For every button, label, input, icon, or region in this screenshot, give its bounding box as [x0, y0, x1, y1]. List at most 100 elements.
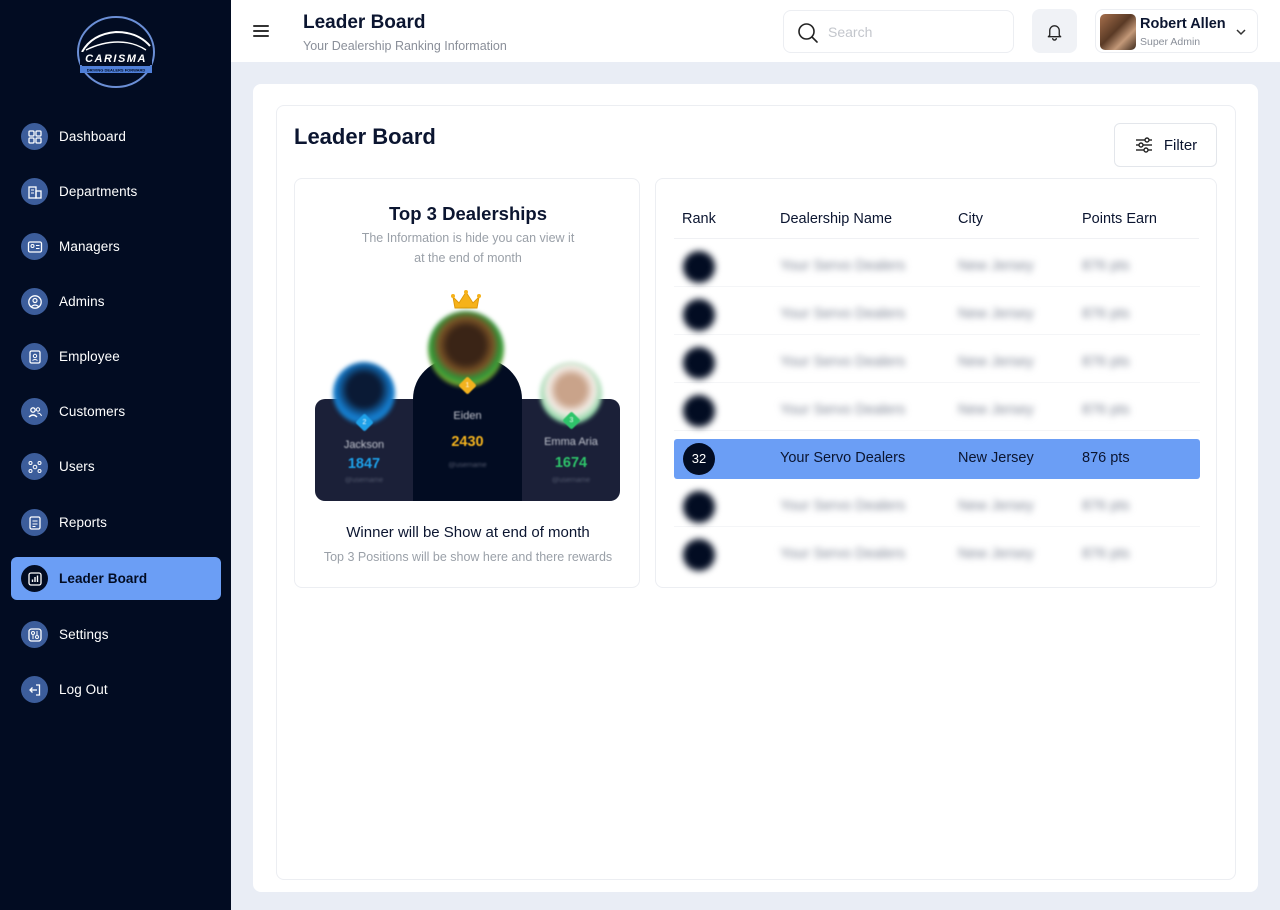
profile-role: Super Admin	[1140, 36, 1201, 48]
page-title: Leader Board	[294, 124, 436, 149]
bell-icon	[1047, 24, 1062, 41]
dealership-name: Your Servo Dealers	[780, 546, 906, 562]
users-icon	[21, 398, 48, 425]
city: New Jersey	[958, 402, 1034, 418]
podium-score-3: 1674	[554, 455, 588, 471]
sidebar-item-settings[interactable]: Settings	[11, 613, 221, 656]
logout-icon	[21, 676, 48, 703]
filter-sliders-icon	[1135, 137, 1152, 153]
podium-name-1: Eiden	[453, 410, 482, 422]
notification-button[interactable]	[1032, 9, 1077, 53]
sidebar-item-admins[interactable]: Admins	[11, 280, 221, 323]
chart-icon	[21, 565, 48, 592]
sidebar-item-users[interactable]: Users	[11, 445, 221, 488]
rank-badge-3: 3	[562, 411, 581, 430]
rank-badge-2: 2	[355, 413, 374, 432]
rank-avatar	[683, 395, 715, 427]
table-row[interactable]: Your Servo Dealers New Jersey 876 pts	[674, 487, 1200, 527]
search-box[interactable]	[783, 10, 1014, 53]
points: 876 pts	[1082, 402, 1130, 418]
sidebar-item-customers[interactable]: Customers	[11, 390, 221, 433]
rank-avatar	[683, 299, 715, 331]
table-row[interactable]: Your Servo Dealers New Jersey 876 pts	[674, 247, 1200, 287]
report-icon	[21, 509, 48, 536]
dealership-name: Your Servo Dealers	[780, 450, 906, 466]
sidebar-item-label: Admins	[59, 294, 105, 309]
sidebar-item-label: Users	[59, 459, 95, 474]
avatar-first-place	[428, 311, 504, 387]
city: New Jersey	[958, 354, 1034, 370]
dealership-name: Your Servo Dealers	[780, 306, 906, 322]
table-row[interactable]: Your Servo Dealers New Jersey 876 pts	[674, 343, 1200, 383]
filter-label: Filter	[1163, 136, 1198, 154]
column-header-points[interactable]: Points Earn	[1082, 211, 1157, 227]
sidebar-item-label: Reports	[59, 515, 107, 530]
city: New Jersey	[958, 546, 1034, 562]
column-header-rank[interactable]: Rank	[682, 211, 716, 227]
podium-username-1: @username	[448, 462, 487, 469]
top-3-panel: Top 3 Dealerships The Information is hid…	[294, 178, 640, 588]
sidebar-item-label: Departments	[59, 184, 138, 199]
points: 876 pts	[1082, 354, 1130, 370]
sidebar-item-label: Employee	[59, 349, 120, 364]
sidebar-item-log-out[interactable]: Log Out	[11, 668, 221, 711]
brand-logo[interactable]: CARISMA DRIVING DEALERS FORWARD	[72, 12, 160, 90]
winner-text: Winner will be Show at end of month	[346, 524, 590, 541]
rank-avatar	[683, 491, 715, 523]
table-row-current-dealer[interactable]: 32 Your Servo Dealers New Jersey 876 pts	[674, 439, 1200, 479]
network-icon	[21, 453, 48, 480]
building-icon	[21, 178, 48, 205]
profile-name: Robert Allen	[1140, 16, 1226, 32]
rank-avatar	[683, 347, 715, 379]
user-circle-icon	[21, 288, 48, 315]
table-row[interactable]: Your Servo Dealers New Jersey 876 pts	[674, 535, 1200, 575]
top-header: Leader Board Your Dealership Ranking Inf…	[231, 0, 1280, 62]
city: New Jersey	[958, 450, 1034, 466]
search-icon	[798, 23, 818, 43]
rank-avatar	[683, 539, 715, 571]
city: New Jersey	[958, 306, 1034, 322]
sidebar-item-leader-board[interactable]: Leader Board	[11, 557, 221, 600]
avatar	[1100, 14, 1136, 50]
podium-score-2: 1847	[347, 456, 381, 472]
sidebar-item-label: Managers	[59, 239, 120, 254]
brand-tagline: DRIVING DEALERS FORWARD	[87, 68, 146, 73]
sidebar-item-reports[interactable]: Reports	[11, 501, 221, 544]
header-subtitle: Your Dealership Ranking Information	[303, 39, 507, 53]
table-row[interactable]: Your Servo Dealers New Jersey 876 pts	[674, 295, 1200, 335]
sidebar-item-departments[interactable]: Departments	[11, 170, 221, 213]
points: 876 pts	[1082, 306, 1130, 322]
sidebar-item-label: Customers	[59, 404, 126, 419]
filter-button[interactable]: Filter	[1114, 123, 1217, 167]
rank-avatar	[683, 251, 715, 283]
header-title: Leader Board	[303, 12, 426, 33]
dealership-name: Your Servo Dealers	[780, 402, 906, 418]
sidebar-item-managers[interactable]: Managers	[11, 225, 221, 268]
points: 876 pts	[1082, 258, 1130, 274]
table-row[interactable]: Your Servo Dealers New Jersey 876 pts	[674, 391, 1200, 431]
id-card-icon	[21, 233, 48, 260]
hamburger-menu-icon[interactable]	[253, 22, 273, 40]
search-input[interactable]	[828, 19, 1003, 45]
header-divider	[674, 238, 1199, 239]
chevron-down-icon	[1236, 29, 1246, 36]
points: 876 pts	[1082, 498, 1130, 514]
city: New Jersey	[958, 258, 1034, 274]
column-header-dealership-name[interactable]: Dealership Name	[780, 211, 892, 227]
podium-username-3: @username	[551, 477, 591, 484]
sidebar-item-dashboard[interactable]: Dashboard	[11, 115, 221, 158]
podium-score-1: 2430	[451, 434, 484, 450]
rank-badge-1: 1	[458, 376, 477, 395]
dealership-name: Your Servo Dealers	[780, 498, 906, 514]
top3-title: Top 3 Dealerships	[389, 203, 547, 224]
sidebar-item-employee[interactable]: Employee	[11, 335, 221, 378]
sidebar-item-label: Leader Board	[59, 571, 148, 586]
profile-menu[interactable]: Robert Allen Super Admin	[1095, 9, 1258, 53]
top3-description: The Information is hide you can view it …	[361, 231, 575, 265]
podium-name-2: Jackson	[343, 439, 385, 451]
column-header-city[interactable]: City	[958, 211, 983, 227]
winner-subtext: Top 3 Positions will be show here and th…	[323, 550, 613, 564]
ranking-table: Rank Dealership Name City Points Earn Yo…	[655, 178, 1217, 588]
badge-icon	[21, 343, 48, 370]
podium-username-2: @username	[344, 477, 384, 484]
